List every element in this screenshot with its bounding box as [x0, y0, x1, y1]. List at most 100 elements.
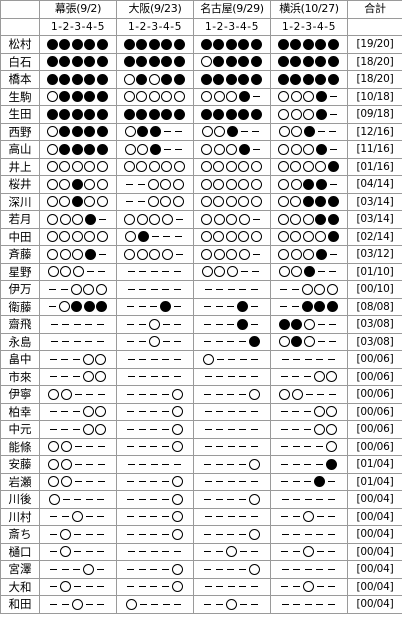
dash-icon [50, 603, 58, 605]
event-cell [193, 595, 271, 614]
header-event-3: 名古屋(9/29) [193, 0, 271, 19]
dash-icon [138, 568, 146, 570]
dash-icon [138, 306, 146, 308]
filled-circle-icon [315, 91, 327, 103]
outline-circle-icon [200, 161, 212, 173]
filled-circle-icon [161, 38, 173, 50]
outline-circle-icon [225, 546, 237, 558]
outline-circle-icon [59, 161, 71, 173]
filled-circle-icon [71, 178, 83, 190]
dash-icon [280, 428, 288, 430]
dash-icon [162, 323, 170, 325]
dash-icon [215, 323, 223, 325]
dash-icon [138, 498, 146, 500]
event-cell [193, 245, 271, 264]
dash-icon [315, 446, 323, 448]
dash-icon [280, 411, 288, 413]
dash-icon [292, 516, 300, 518]
dash-icon [315, 463, 323, 465]
event-cell [270, 262, 348, 281]
member-total: [03/08] [347, 315, 402, 334]
outline-circle-icon [123, 73, 135, 85]
dash-icon [150, 481, 158, 483]
dash-icon [281, 586, 289, 588]
event-cell [39, 192, 117, 211]
outline-circle-icon [148, 318, 160, 330]
event-cell [39, 542, 117, 561]
dash-icon [251, 603, 259, 605]
dash-icon [60, 288, 68, 290]
event-cell [270, 52, 348, 71]
table-row: 衛藤 [08/08] [0, 297, 402, 316]
event-cell [193, 157, 271, 176]
dash-icon [239, 411, 247, 413]
dash-icon [252, 96, 260, 98]
dash-icon [127, 271, 135, 273]
dash-icon [238, 568, 246, 570]
outline-circle-icon [290, 108, 302, 120]
dash-icon [72, 376, 80, 378]
dash-icon [316, 358, 324, 360]
dash-icon [292, 463, 300, 465]
subheader-event-4: 1-2-3-4-5 [270, 17, 348, 36]
filled-circle-icon [200, 38, 212, 50]
filled-circle-icon [314, 301, 326, 313]
event-cell [116, 245, 194, 264]
member-name: 大和 [0, 577, 40, 596]
filled-circle-icon [149, 126, 161, 138]
table-row: 松村 [19/20] [0, 35, 402, 54]
dash-icon [127, 481, 135, 483]
dash-icon [61, 428, 69, 430]
outline-circle-icon [46, 91, 58, 103]
event-cell [270, 192, 348, 211]
outline-circle-icon [59, 231, 71, 243]
outline-circle-icon [96, 178, 108, 190]
event-cell [193, 35, 271, 54]
outline-circle-icon [47, 266, 59, 278]
outline-circle-icon [82, 371, 94, 383]
outline-circle-icon [302, 511, 314, 523]
dash-icon [252, 148, 260, 150]
dash-icon [215, 603, 223, 605]
event-cell [39, 595, 117, 614]
outline-circle-icon [248, 458, 260, 470]
dash-icon [173, 551, 181, 553]
dash-icon [61, 358, 69, 360]
filled-circle-icon [315, 248, 327, 260]
event-cell [193, 210, 271, 229]
dash-icon [173, 463, 181, 465]
dash-icon [127, 376, 135, 378]
filled-circle-icon [327, 56, 339, 68]
table-row: 能條 [00/06] [0, 437, 402, 456]
outline-circle-icon [95, 406, 107, 418]
dash-icon [215, 463, 223, 465]
dash-icon [329, 131, 337, 133]
outline-circle-icon [201, 248, 213, 260]
event-cell [270, 595, 348, 614]
filled-circle-icon [277, 38, 289, 50]
event-cell [39, 437, 117, 456]
event-cell [193, 385, 271, 404]
dash-icon [138, 481, 146, 483]
dash-icon [150, 393, 158, 395]
dash-icon [163, 148, 171, 150]
filled-circle-icon [213, 56, 225, 68]
outline-circle-icon [136, 213, 148, 225]
dash-icon [61, 376, 69, 378]
dash-icon [328, 393, 336, 395]
filled-circle-icon [213, 73, 225, 85]
dash-icon [329, 113, 337, 115]
member-total: [01/10] [347, 262, 402, 281]
outline-circle-icon [213, 91, 225, 103]
dash-icon [49, 358, 57, 360]
outline-circle-icon [71, 598, 83, 610]
outline-circle-icon [124, 143, 136, 155]
filled-circle-icon [59, 56, 71, 68]
event-cell [270, 560, 348, 579]
event-cell [270, 227, 348, 246]
filled-circle-icon [46, 73, 58, 85]
subheader-name-cell [0, 17, 40, 36]
dash-icon [138, 428, 146, 430]
table-row: 若月 [03/14] [0, 210, 402, 229]
dash-icon [161, 446, 169, 448]
